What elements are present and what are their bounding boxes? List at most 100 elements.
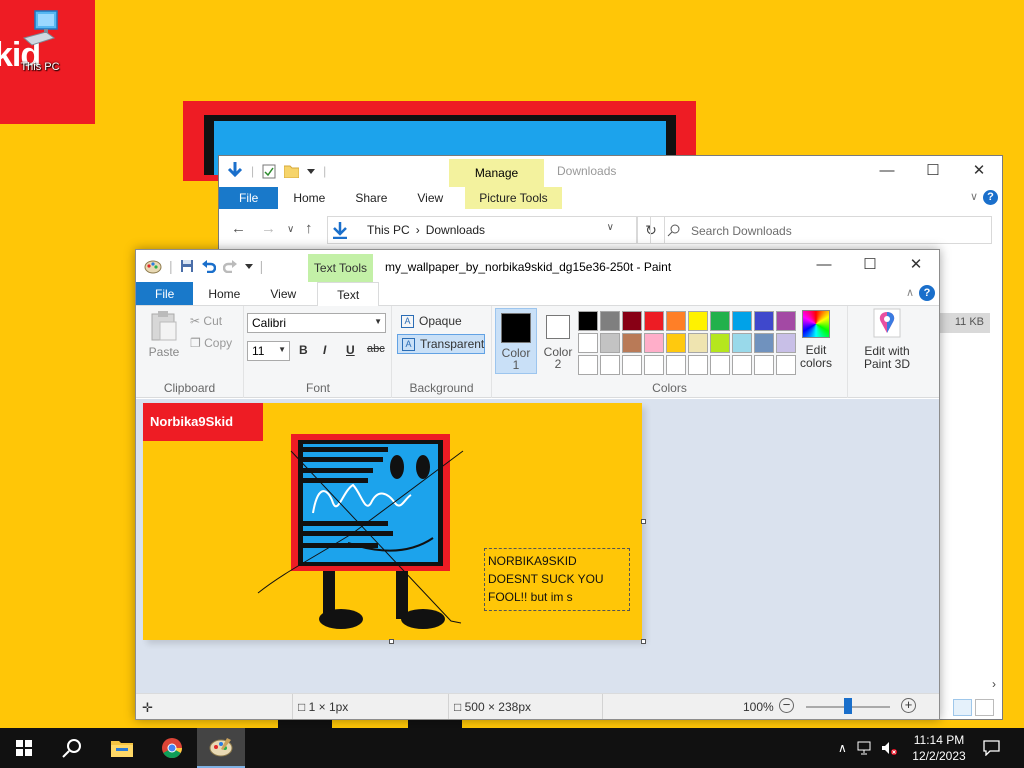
font-size-select[interactable]: 11 ▼ <box>247 341 290 361</box>
action-center-button[interactable] <box>968 728 1014 768</box>
close-button[interactable]: ✕ <box>956 156 1002 186</box>
tab-manage[interactable]: Manage <box>449 159 544 187</box>
transparent-option[interactable]: A Transparent <box>397 334 485 354</box>
folder-icon[interactable] <box>284 164 300 178</box>
canvas-workspace[interactable]: Norbika9Skid NORBIKA9SKID DOESNT SUCK YO… <box>136 399 939 695</box>
drawing-canvas[interactable]: Norbika9Skid NORBIKA9SKID DOESNT SUCK YO… <box>143 403 646 644</box>
palette-color-swatch[interactable] <box>578 333 598 353</box>
color-1-button[interactable]: Color 1 <box>495 308 537 374</box>
palette-color-swatch[interactable] <box>622 355 642 375</box>
palette-color-swatch[interactable] <box>754 311 774 331</box>
palette-color-swatch[interactable] <box>666 311 686 331</box>
palette-color-swatch[interactable] <box>688 311 708 331</box>
minimize-button[interactable]: — <box>864 156 910 186</box>
palette-color-swatch[interactable] <box>732 311 752 331</box>
maximize-button[interactable]: ☐ <box>847 250 893 280</box>
save-icon[interactable] <box>180 259 194 273</box>
scroll-right-icon[interactable]: › <box>992 677 996 691</box>
paint-titlebar[interactable]: | | Text Tools my_wallpaper_by_norbika9s… <box>136 250 939 282</box>
palette-color-swatch[interactable] <box>754 333 774 353</box>
breadcrumb-downloads[interactable]: Downloads <box>426 223 485 237</box>
bold-button[interactable]: B <box>299 343 308 357</box>
recent-locations-icon[interactable]: ∨ <box>287 224 294 235</box>
taskbar-paint[interactable] <box>197 728 245 768</box>
taskbar-search-button[interactable] <box>48 728 96 768</box>
opaque-option[interactable]: A Opaque <box>397 312 485 332</box>
italic-button[interactable]: I <box>323 343 326 357</box>
palette-color-swatch[interactable] <box>710 311 730 331</box>
tab-file[interactable]: File <box>136 282 194 305</box>
palette-color-swatch[interactable] <box>710 355 730 375</box>
palette-color-swatch[interactable] <box>776 333 796 353</box>
download-icon[interactable] <box>227 162 243 180</box>
taskbar-file-explorer[interactable] <box>98 728 146 768</box>
tab-text[interactable]: Text <box>317 282 380 307</box>
network-icon[interactable] <box>857 741 873 755</box>
tab-text-tools[interactable]: Text Tools <box>308 254 373 282</box>
back-icon[interactable]: ← <box>231 220 246 237</box>
address-dropdown-icon[interactable]: ∨ <box>607 222 614 233</box>
forward-icon[interactable]: → <box>261 220 276 237</box>
tab-picture-tools[interactable]: Picture Tools <box>465 187 562 209</box>
palette-color-swatch[interactable] <box>688 355 708 375</box>
properties-icon[interactable] <box>262 164 276 179</box>
search-input[interactable]: Search Downloads <box>650 216 992 244</box>
tab-home[interactable]: Home <box>193 282 255 305</box>
tab-view[interactable]: View <box>402 187 458 209</box>
close-button[interactable]: ✕ <box>893 250 939 280</box>
canvas-resize-handle[interactable] <box>641 519 646 524</box>
explorer-titlebar[interactable]: | | Manage Downloads — ☐ ✕ <box>219 156 1002 187</box>
zoom-slider-thumb[interactable] <box>844 698 852 714</box>
palette-color-swatch[interactable] <box>622 311 642 331</box>
maximize-button[interactable]: ☐ <box>910 156 956 186</box>
start-button[interactable] <box>0 728 48 768</box>
help-icon[interactable]: ? <box>983 190 998 205</box>
desktop-icon-this-pc[interactable]: This PC <box>14 8 66 73</box>
qat-dropdown-icon[interactable] <box>307 167 316 175</box>
volume-muted-icon[interactable] <box>881 741 897 755</box>
address-bar[interactable]: This PC › Downloads ∨ <box>327 216 637 244</box>
text-box-content[interactable]: NORBIKA9SKID DOESNT SUCK YOU FOOL!! but … <box>488 552 604 606</box>
text-box[interactable]: NORBIKA9SKID DOESNT SUCK YOU FOOL!! but … <box>484 548 630 611</box>
palette-color-swatch[interactable] <box>776 355 796 375</box>
paint-window[interactable]: | | Text Tools my_wallpaper_by_norbika9s… <box>135 249 940 720</box>
palette-color-swatch[interactable] <box>578 355 598 375</box>
qat-dropdown-icon[interactable] <box>244 262 253 270</box>
strikethrough-button[interactable]: abc <box>367 343 385 355</box>
color-2-button[interactable]: Color 2 <box>537 308 579 374</box>
tab-file[interactable]: File <box>219 187 279 209</box>
palette-color-swatch[interactable] <box>600 333 620 353</box>
palette-color-swatch[interactable] <box>644 333 664 353</box>
font-family-select[interactable]: Calibri ▼ <box>247 313 386 333</box>
collapse-ribbon-icon[interactable]: ∧ <box>906 286 914 299</box>
minimize-button[interactable]: — <box>801 250 847 280</box>
edit-colors-button[interactable]: Edit colors <box>800 308 832 370</box>
details-view-icon[interactable] <box>953 699 972 716</box>
palette-color-swatch[interactable] <box>578 311 598 331</box>
edit-with-paint-3d-button[interactable]: Edit with Paint 3D <box>854 308 920 371</box>
show-hidden-icons-icon[interactable]: ∧ <box>838 741 847 755</box>
palette-color-swatch[interactable] <box>776 311 796 331</box>
palette-color-swatch[interactable] <box>622 333 642 353</box>
redo-icon[interactable] <box>222 259 238 273</box>
palette-color-swatch[interactable] <box>666 333 686 353</box>
palette-color-swatch[interactable] <box>732 355 752 375</box>
palette-color-swatch[interactable] <box>600 311 620 331</box>
tab-view[interactable]: View <box>255 282 311 305</box>
ribbon-expand-icon[interactable]: ∨ <box>970 190 978 203</box>
palette-color-swatch[interactable] <box>644 311 664 331</box>
help-icon[interactable]: ? <box>919 285 935 301</box>
breadcrumb-this-pc[interactable]: This PC <box>367 223 410 237</box>
palette-color-swatch[interactable] <box>732 333 752 353</box>
palette-color-swatch[interactable] <box>754 355 774 375</box>
underline-button[interactable]: U <box>346 343 355 357</box>
palette-color-swatch[interactable] <box>688 333 708 353</box>
taskbar-clock[interactable]: 11:14 PM 12/2/2023 <box>906 732 972 764</box>
canvas-resize-handle[interactable] <box>641 639 646 644</box>
taskbar-chrome[interactable] <box>148 728 196 768</box>
tab-share[interactable]: Share <box>340 187 402 209</box>
palette-color-swatch[interactable] <box>710 333 730 353</box>
tab-home[interactable]: Home <box>278 187 340 209</box>
undo-icon[interactable] <box>201 259 216 273</box>
palette-color-swatch[interactable] <box>666 355 686 375</box>
